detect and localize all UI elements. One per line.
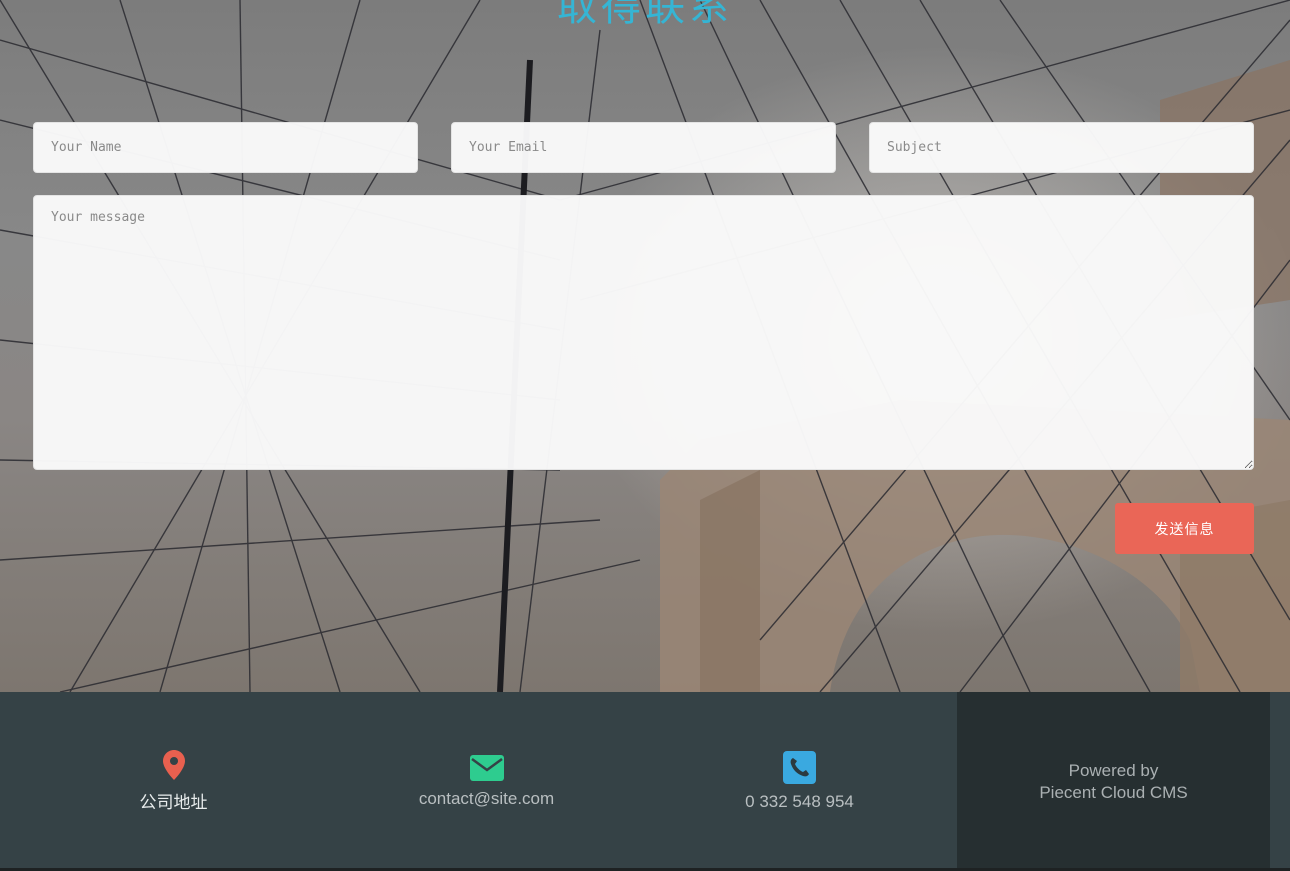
powered-by-label: Powered by bbox=[1068, 760, 1159, 780]
phone-text: 0 332 548 954 bbox=[745, 792, 854, 811]
send-message-button[interactable]: 发送信息 bbox=[1115, 503, 1254, 554]
cms-name[interactable]: Piecent Cloud CMS bbox=[1039, 782, 1187, 804]
email-input[interactable] bbox=[451, 122, 836, 173]
name-input[interactable] bbox=[33, 122, 418, 173]
address-text: 公司地址 bbox=[139, 793, 208, 813]
message-textarea[interactable] bbox=[33, 195, 1254, 470]
footer-phone: 0 332 548 954 bbox=[643, 692, 956, 871]
footer-email: contact@site.com bbox=[330, 692, 643, 871]
email-link[interactable]: contact@site.com bbox=[419, 789, 554, 809]
footer: 公司地址 contact@site.com 0 332 548 954 Powe… bbox=[0, 692, 1290, 871]
envelope-icon bbox=[469, 754, 504, 781]
powered-by-panel: Powered by Piecent Cloud CMS bbox=[957, 692, 1270, 871]
section-title: 取得联系 bbox=[557, 0, 733, 30]
contact-section: 取得联系 发送信息 bbox=[0, 0, 1290, 692]
subject-input[interactable] bbox=[869, 122, 1254, 173]
phone-icon bbox=[783, 751, 816, 784]
map-pin-icon bbox=[162, 750, 185, 780]
footer-address: 公司地址 bbox=[17, 692, 330, 871]
